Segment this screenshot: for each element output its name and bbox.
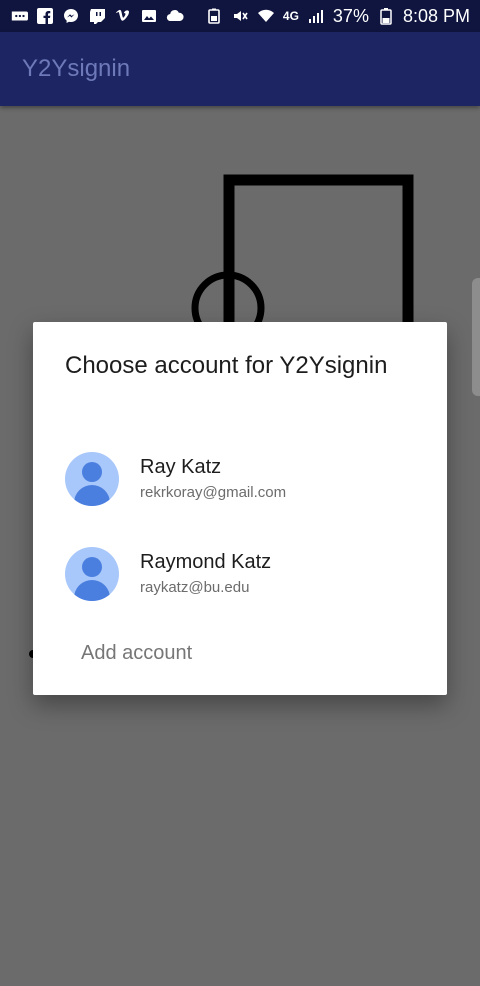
twitch-icon bbox=[88, 7, 106, 25]
edge-panel-handle[interactable] bbox=[472, 278, 480, 396]
avatar-body bbox=[74, 580, 110, 601]
messenger-icon bbox=[62, 7, 80, 25]
account-email: rekrkoray@gmail.com bbox=[140, 484, 287, 501]
app-title: Y2Ysignin bbox=[22, 55, 131, 82]
system-status: 4G 37% 8:08 PM bbox=[205, 6, 470, 27]
avatar-body bbox=[74, 485, 110, 506]
notification-icons bbox=[10, 7, 184, 25]
status-bar: 4G 37% 8:08 PM bbox=[0, 0, 480, 32]
account-email: raykatz@bu.edu bbox=[140, 579, 250, 596]
add-account-button[interactable]: Add account bbox=[81, 642, 192, 665]
account-option[interactable]: Ray Katz rekrkoray@gmail.com bbox=[33, 434, 447, 524]
account-chooser-dialog: Choose account for Y2Ysignin Ray Katz re… bbox=[33, 322, 447, 695]
signal-icon bbox=[307, 7, 325, 25]
account-details: Raymond Katz raykatz@bu.edu bbox=[140, 549, 271, 599]
account-option[interactable]: Raymond Katz raykatz@bu.edu bbox=[33, 529, 447, 619]
account-name: Ray Katz bbox=[140, 456, 222, 478]
gallery-icon bbox=[140, 7, 158, 25]
battery-saver-icon bbox=[205, 7, 223, 25]
account-name: Raymond Katz bbox=[140, 551, 272, 573]
clock: 8:08 PM bbox=[402, 5, 470, 26]
battery-percent: 37% bbox=[332, 5, 369, 26]
avatar-icon bbox=[65, 452, 119, 506]
cloud-icon bbox=[166, 7, 184, 25]
vimeo-icon bbox=[114, 7, 132, 25]
avatar-head bbox=[82, 557, 102, 577]
screen: 4G 37% 8:08 PM Y2Ysignin Choose account … bbox=[0, 0, 480, 986]
app-bar: Y2Ysignin bbox=[0, 32, 480, 106]
dialog-title: Choose account for Y2Ysignin bbox=[65, 352, 388, 379]
wifi-icon bbox=[257, 7, 275, 25]
more-icon bbox=[10, 7, 28, 25]
battery-icon bbox=[377, 7, 395, 25]
account-details: Ray Katz rekrkoray@gmail.com bbox=[140, 454, 286, 504]
avatar-icon bbox=[65, 547, 119, 601]
avatar-head bbox=[82, 462, 102, 482]
facebook-icon bbox=[36, 7, 54, 25]
mute-icon bbox=[231, 7, 249, 25]
network-type: 4G bbox=[282, 9, 299, 23]
